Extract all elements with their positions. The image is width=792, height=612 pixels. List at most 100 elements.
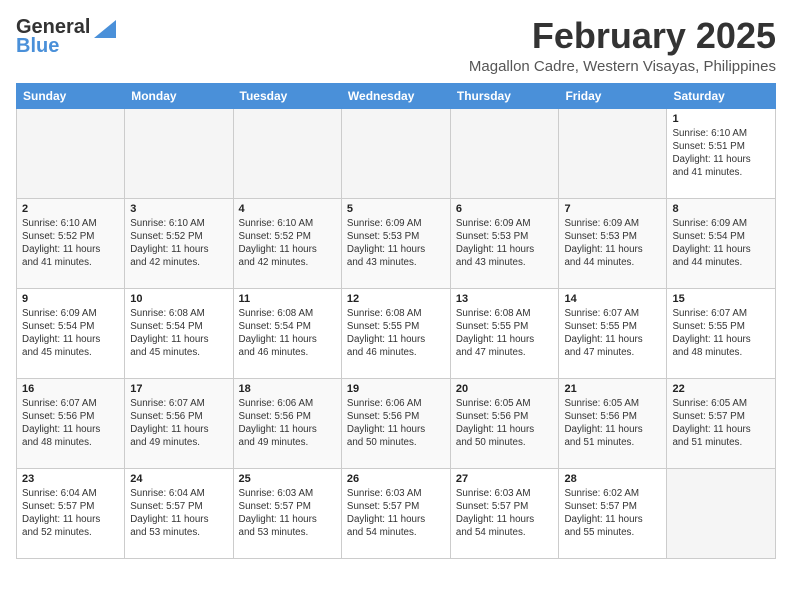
day-info: Sunrise: 6:05 AMSunset: 5:57 PMDaylight:…	[672, 397, 770, 450]
weekday-header-saturday: Saturday	[667, 83, 776, 108]
day-info: Sunrise: 6:06 AMSunset: 5:56 PMDaylight:…	[347, 397, 445, 450]
calendar-cell: 16Sunrise: 6:07 AMSunset: 5:56 PMDayligh…	[17, 378, 125, 468]
weekday-header-friday: Friday	[559, 83, 667, 108]
weekday-header-wednesday: Wednesday	[341, 83, 450, 108]
calendar-cell: 15 Sunrise: 6:07 AMSunset: 5:55 PMDayligh…	[667, 288, 776, 378]
calendar-week-1: 1 Sunrise: 6:10 AMSunset: 5:51 PMDaylight…	[17, 108, 776, 198]
weekday-header-tuesday: Tuesday	[233, 83, 341, 108]
day-number: 24	[130, 473, 227, 485]
day-info: Sunrise: 6:07 AMSunset: 5:55 PMDaylight:…	[564, 307, 661, 360]
calendar-cell: 10 Sunrise: 6:08 AMSunset: 5:54 PMDayligh…	[125, 288, 233, 378]
calendar-cell: 14 Sunrise: 6:07 AMSunset: 5:55 PMDayligh…	[559, 288, 667, 378]
day-info: Sunrise: 6:10 AMSunset: 5:51 PMDaylight:…	[672, 127, 770, 180]
calendar-cell: 6 Sunrise: 6:09 AMSunset: 5:53 PMDaylight…	[450, 198, 559, 288]
day-number: 4	[239, 203, 336, 215]
day-number: 21	[564, 383, 661, 395]
day-info: Sunrise: 6:09 AMSunset: 5:54 PMDaylight:…	[22, 307, 119, 360]
day-number: 20	[456, 383, 554, 395]
day-number: 2	[22, 203, 119, 215]
day-info: Sunrise: 6:10 AMSunset: 5:52 PMDaylight:…	[22, 217, 119, 270]
calendar-cell: 13 Sunrise: 6:08 AMSunset: 5:55 PMDayligh…	[450, 288, 559, 378]
day-number: 9	[22, 293, 119, 305]
calendar-cell	[450, 108, 559, 198]
day-info: Sunrise: 6:09 AMSunset: 5:53 PMDaylight:…	[564, 217, 661, 270]
day-number: 1	[672, 113, 770, 125]
day-info: Sunrise: 6:08 AMSunset: 5:54 PMDaylight:…	[239, 307, 336, 360]
weekday-header-thursday: Thursday	[450, 83, 559, 108]
day-number: 11	[239, 293, 336, 305]
day-number: 28	[564, 473, 661, 485]
day-number: 6	[456, 203, 554, 215]
calendar-week-3: 9 Sunrise: 6:09 AMSunset: 5:54 PMDaylight…	[17, 288, 776, 378]
calendar-cell: 26Sunrise: 6:03 AMSunset: 5:57 PMDayligh…	[341, 468, 450, 558]
calendar-cell: 24 Sunrise: 6:04 AMSunset: 5:57 PMDayligh…	[125, 468, 233, 558]
day-number: 12	[347, 293, 445, 305]
calendar-cell: 1 Sunrise: 6:10 AMSunset: 5:51 PMDaylight…	[667, 108, 776, 198]
calendar-cell: 21Sunrise: 6:05 AMSunset: 5:56 PMDayligh…	[559, 378, 667, 468]
day-number: 13	[456, 293, 554, 305]
calendar-cell: 2 Sunrise: 6:10 AMSunset: 5:52 PMDaylight…	[17, 198, 125, 288]
day-info: Sunrise: 6:07 AMSunset: 5:56 PMDaylight:…	[130, 397, 227, 450]
day-info: Sunrise: 6:09 AMSunset: 5:53 PMDaylight:…	[347, 217, 445, 270]
calendar-cell	[125, 108, 233, 198]
calendar-cell	[341, 108, 450, 198]
day-number: 10	[130, 293, 227, 305]
day-number: 23	[22, 473, 119, 485]
day-number: 5	[347, 203, 445, 215]
calendar-cell: 17 Sunrise: 6:07 AMSunset: 5:56 PMDayligh…	[125, 378, 233, 468]
day-info: Sunrise: 6:10 AMSunset: 5:52 PMDaylight:…	[239, 217, 336, 270]
calendar-cell: 20Sunrise: 6:05 AMSunset: 5:56 PMDayligh…	[450, 378, 559, 468]
calendar-cell: 27 Sunrise: 6:03 AMSunset: 5:57 PMDayligh…	[450, 468, 559, 558]
day-info: Sunrise: 6:10 AMSunset: 5:52 PMDaylight:…	[130, 217, 227, 270]
day-info: Sunrise: 6:09 AMSunset: 5:53 PMDaylight:…	[456, 217, 554, 270]
calendar-cell: 28Sunrise: 6:02 AMSunset: 5:57 PMDayligh…	[559, 468, 667, 558]
calendar-cell: 19 Sunrise: 6:06 AMSunset: 5:56 PMDayligh…	[341, 378, 450, 468]
calendar-cell	[559, 108, 667, 198]
calendar-cell: 4 Sunrise: 6:10 AMSunset: 5:52 PMDaylight…	[233, 198, 341, 288]
calendar-cell: 9 Sunrise: 6:09 AMSunset: 5:54 PMDaylight…	[17, 288, 125, 378]
day-info: Sunrise: 6:08 AMSunset: 5:54 PMDaylight:…	[130, 307, 227, 360]
calendar-cell: 18 Sunrise: 6:06 AMSunset: 5:56 PMDayligh…	[233, 378, 341, 468]
title-block: February 2025 Magallon Cadre, Western Vi…	[469, 16, 776, 75]
calendar-cell: 7Sunrise: 6:09 AMSunset: 5:53 PMDaylight…	[559, 198, 667, 288]
day-number: 27	[456, 473, 554, 485]
day-info: Sunrise: 6:03 AMSunset: 5:57 PMDaylight:…	[347, 487, 445, 540]
calendar-cell: 3 Sunrise: 6:10 AMSunset: 5:52 PMDaylight…	[125, 198, 233, 288]
day-info: Sunrise: 6:04 AMSunset: 5:57 PMDaylight:…	[22, 487, 119, 540]
location-title: Magallon Cadre, Western Visayas, Philipp…	[469, 58, 776, 75]
logo-icon	[94, 20, 116, 38]
day-info: Sunrise: 6:08 AMSunset: 5:55 PMDaylight:…	[347, 307, 445, 360]
calendar-table: SundayMondayTuesdayWednesdayThursdayFrid…	[16, 83, 776, 559]
calendar-week-2: 2 Sunrise: 6:10 AMSunset: 5:52 PMDaylight…	[17, 198, 776, 288]
day-info: Sunrise: 6:03 AMSunset: 5:57 PMDaylight:…	[239, 487, 336, 540]
calendar-cell	[667, 468, 776, 558]
calendar-body: 1 Sunrise: 6:10 AMSunset: 5:51 PMDaylight…	[17, 108, 776, 558]
day-number: 15	[672, 293, 770, 305]
day-info: Sunrise: 6:09 AMSunset: 5:54 PMDaylight:…	[672, 217, 770, 270]
day-info: Sunrise: 6:03 AMSunset: 5:57 PMDaylight:…	[456, 487, 554, 540]
page-header: General Blue February 2025 Magallon Cadr…	[16, 16, 776, 75]
calendar-cell: 11 Sunrise: 6:08 AMSunset: 5:54 PMDayligh…	[233, 288, 341, 378]
day-number: 8	[672, 203, 770, 215]
day-info: Sunrise: 6:07 AMSunset: 5:55 PMDaylight:…	[672, 307, 770, 360]
weekday-header-monday: Monday	[125, 83, 233, 108]
day-number: 18	[239, 383, 336, 395]
day-info: Sunrise: 6:06 AMSunset: 5:56 PMDaylight:…	[239, 397, 336, 450]
day-number: 3	[130, 203, 227, 215]
calendar-cell: 5 Sunrise: 6:09 AMSunset: 5:53 PMDaylight…	[341, 198, 450, 288]
day-number: 25	[239, 473, 336, 485]
day-number: 19	[347, 383, 445, 395]
calendar-cell: 12 Sunrise: 6:08 AMSunset: 5:55 PMDayligh…	[341, 288, 450, 378]
day-info: Sunrise: 6:04 AMSunset: 5:57 PMDaylight:…	[130, 487, 227, 540]
month-title: February 2025	[469, 16, 776, 56]
day-info: Sunrise: 6:08 AMSunset: 5:55 PMDaylight:…	[456, 307, 554, 360]
calendar-cell	[17, 108, 125, 198]
weekday-header-sunday: Sunday	[17, 83, 125, 108]
logo: General Blue	[16, 16, 116, 58]
calendar-cell	[233, 108, 341, 198]
day-number: 17	[130, 383, 227, 395]
calendar-cell: 25 Sunrise: 6:03 AMSunset: 5:57 PMDayligh…	[233, 468, 341, 558]
day-number: 14	[564, 293, 661, 305]
calendar-cell: 8 Sunrise: 6:09 AMSunset: 5:54 PMDaylight…	[667, 198, 776, 288]
day-info: Sunrise: 6:07 AMSunset: 5:56 PMDaylight:…	[22, 397, 119, 450]
